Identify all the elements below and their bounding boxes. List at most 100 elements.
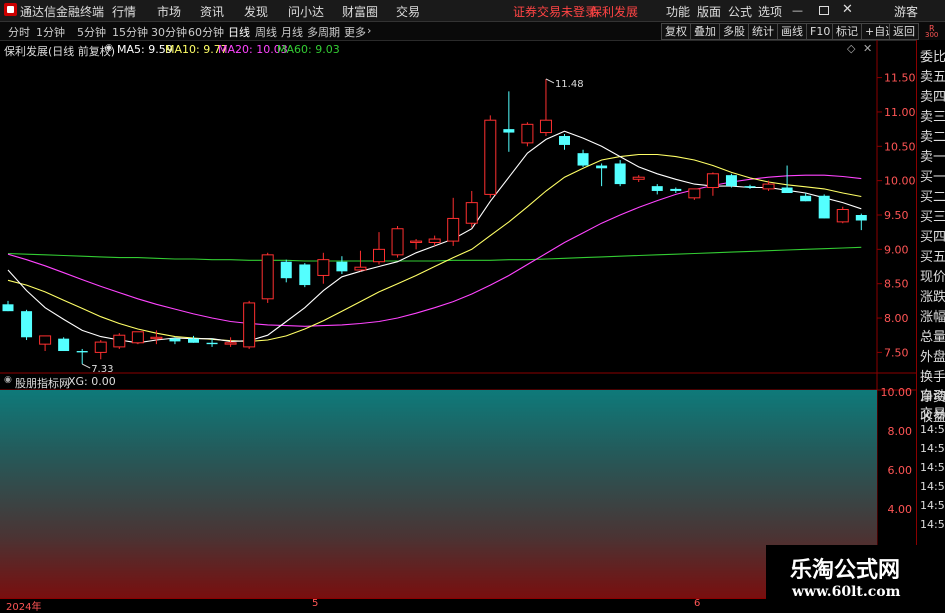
candle-body <box>94 341 107 353</box>
indicator-tick: 8.00 <box>887 425 913 438</box>
low-marker <box>81 363 91 369</box>
tick-time: 14:56 <box>920 480 945 493</box>
minimize-icon[interactable]: — <box>792 4 803 17</box>
auto-trade-label[interactable]: 交易 <box>920 403 945 422</box>
candle-body <box>855 215 867 221</box>
ma20-line <box>7 174 862 327</box>
candle <box>188 335 199 343</box>
candle <box>559 133 570 150</box>
candle <box>688 188 701 200</box>
toolbar-draw-button[interactable]: 画线 <box>777 23 807 40</box>
menu-item-formula[interactable]: 公式 <box>728 3 752 20</box>
candle-body <box>39 335 52 345</box>
candle <box>243 300 256 349</box>
toolbar-adjust-button[interactable]: 复权 <box>661 23 691 40</box>
x-axis-label-june: 6 <box>694 598 701 609</box>
candle-body <box>781 187 793 194</box>
candle <box>113 333 126 349</box>
menu-item-function[interactable]: 功能 <box>666 3 690 20</box>
menu-item-assistant[interactable]: 问小达 <box>288 3 324 20</box>
menu-item-wealth[interactable]: 财富圈 <box>342 3 378 20</box>
toolbar-mark-button[interactable]: 标记 <box>832 23 862 40</box>
indicator-xg: XG: 0.00 <box>68 375 116 388</box>
period-30min[interactable]: 30分钟 <box>151 24 187 40</box>
menu-item-quotes[interactable]: 行情 <box>112 3 136 20</box>
period-monthly[interactable]: 月线 <box>281 24 303 40</box>
candle-body <box>206 342 218 345</box>
period-60min[interactable]: 60分钟 <box>188 24 224 40</box>
menu-item-trade[interactable]: 交易 <box>396 3 420 20</box>
y-axis-label: 8.50 <box>884 278 909 291</box>
candle-body <box>224 342 237 345</box>
candle <box>336 256 348 275</box>
high-marker <box>545 78 555 84</box>
quote-field-label: 卖一 <box>920 150 945 165</box>
maximize-icon[interactable] <box>819 6 829 15</box>
candle-body <box>428 238 441 243</box>
quote-field-label: 买二 <box>920 190 945 205</box>
quote-field-label: 卖四 <box>920 90 945 105</box>
quote-field-label: 外盘 <box>920 350 945 365</box>
guest-user[interactable]: 游客 <box>894 3 918 20</box>
y-axis-label: 10.00 <box>884 175 916 188</box>
menu-item-options[interactable]: 选项 <box>758 3 782 20</box>
candle-body <box>559 136 570 145</box>
period-more[interactable]: 更多 <box>344 24 366 40</box>
y-axis-label: 11.50 <box>884 72 916 85</box>
candle <box>2 300 14 312</box>
toolbar-stats-button[interactable]: 统计 <box>748 23 778 40</box>
candle-body <box>131 331 144 344</box>
indicator-area[interactable] <box>0 390 877 599</box>
indicator-name: 股朋指标网 <box>15 377 70 390</box>
candle-body <box>354 266 367 271</box>
quote-field-label: 买三 <box>920 210 945 225</box>
auto-trade-label[interactable]: 自动 <box>920 385 945 404</box>
toolbar-f10-button[interactable]: F10 <box>806 23 835 40</box>
candle-body <box>465 202 478 224</box>
candle <box>484 115 497 198</box>
trade-login-notice[interactable]: 证券交易未登录 <box>513 3 597 20</box>
candle <box>651 184 663 195</box>
period-tick[interactable]: 分时 <box>8 24 30 40</box>
period-5min[interactable]: 5分钟 <box>77 24 106 40</box>
quote-field-label: 涨跌 <box>920 290 945 305</box>
more-arrow-icon[interactable]: › <box>367 24 371 37</box>
menu-item-market[interactable]: 市场 <box>157 3 181 20</box>
candle <box>447 197 460 246</box>
app-logo-icon <box>4 3 17 16</box>
period-weekly[interactable]: 周线 <box>255 24 277 40</box>
toolbar-overlay-button[interactable]: 叠加 <box>690 23 720 40</box>
candle-body <box>188 338 199 343</box>
ma60-line <box>7 246 862 262</box>
indicator-options-icon[interactable]: ◉ <box>4 375 12 385</box>
y-axis-label: 10.50 <box>884 140 916 153</box>
menu-item-news[interactable]: 资讯 <box>200 3 224 20</box>
toolbar-multi-stock-button[interactable]: 多股 <box>719 23 749 40</box>
y-axis-label: 7.50 <box>884 346 909 359</box>
candle-body <box>21 311 33 338</box>
candle <box>725 173 737 188</box>
candle <box>577 149 589 167</box>
quote-field-label: 卖二 <box>920 130 945 145</box>
candle <box>781 165 793 194</box>
candle <box>391 225 404 258</box>
period-multi[interactable]: 多周期 <box>307 24 340 40</box>
candle <box>818 194 830 219</box>
period-15min[interactable]: 15分钟 <box>112 24 148 40</box>
candle <box>836 206 849 224</box>
indicator-tick: 10.00 <box>880 386 913 399</box>
period-1min[interactable]: 1分钟 <box>36 24 65 40</box>
indicator-tick: 6.00 <box>887 464 913 477</box>
period-daily[interactable]: 日线 <box>228 24 250 40</box>
candle <box>410 239 423 250</box>
tick-time: 14:56 <box>920 499 945 512</box>
candle-body <box>2 304 14 312</box>
toolbar-back-button[interactable]: 返回 <box>889 23 919 40</box>
quote-field-label: 卖五 <box>920 70 945 85</box>
menu-item-discover[interactable]: 发现 <box>244 3 268 20</box>
close-icon[interactable]: ✕ <box>842 2 853 17</box>
y-axis-label: 11.00 <box>884 106 916 119</box>
high-price-label: 11.48 <box>555 79 584 90</box>
menu-item-layout[interactable]: 版面 <box>697 3 721 20</box>
candle-body <box>632 176 645 180</box>
